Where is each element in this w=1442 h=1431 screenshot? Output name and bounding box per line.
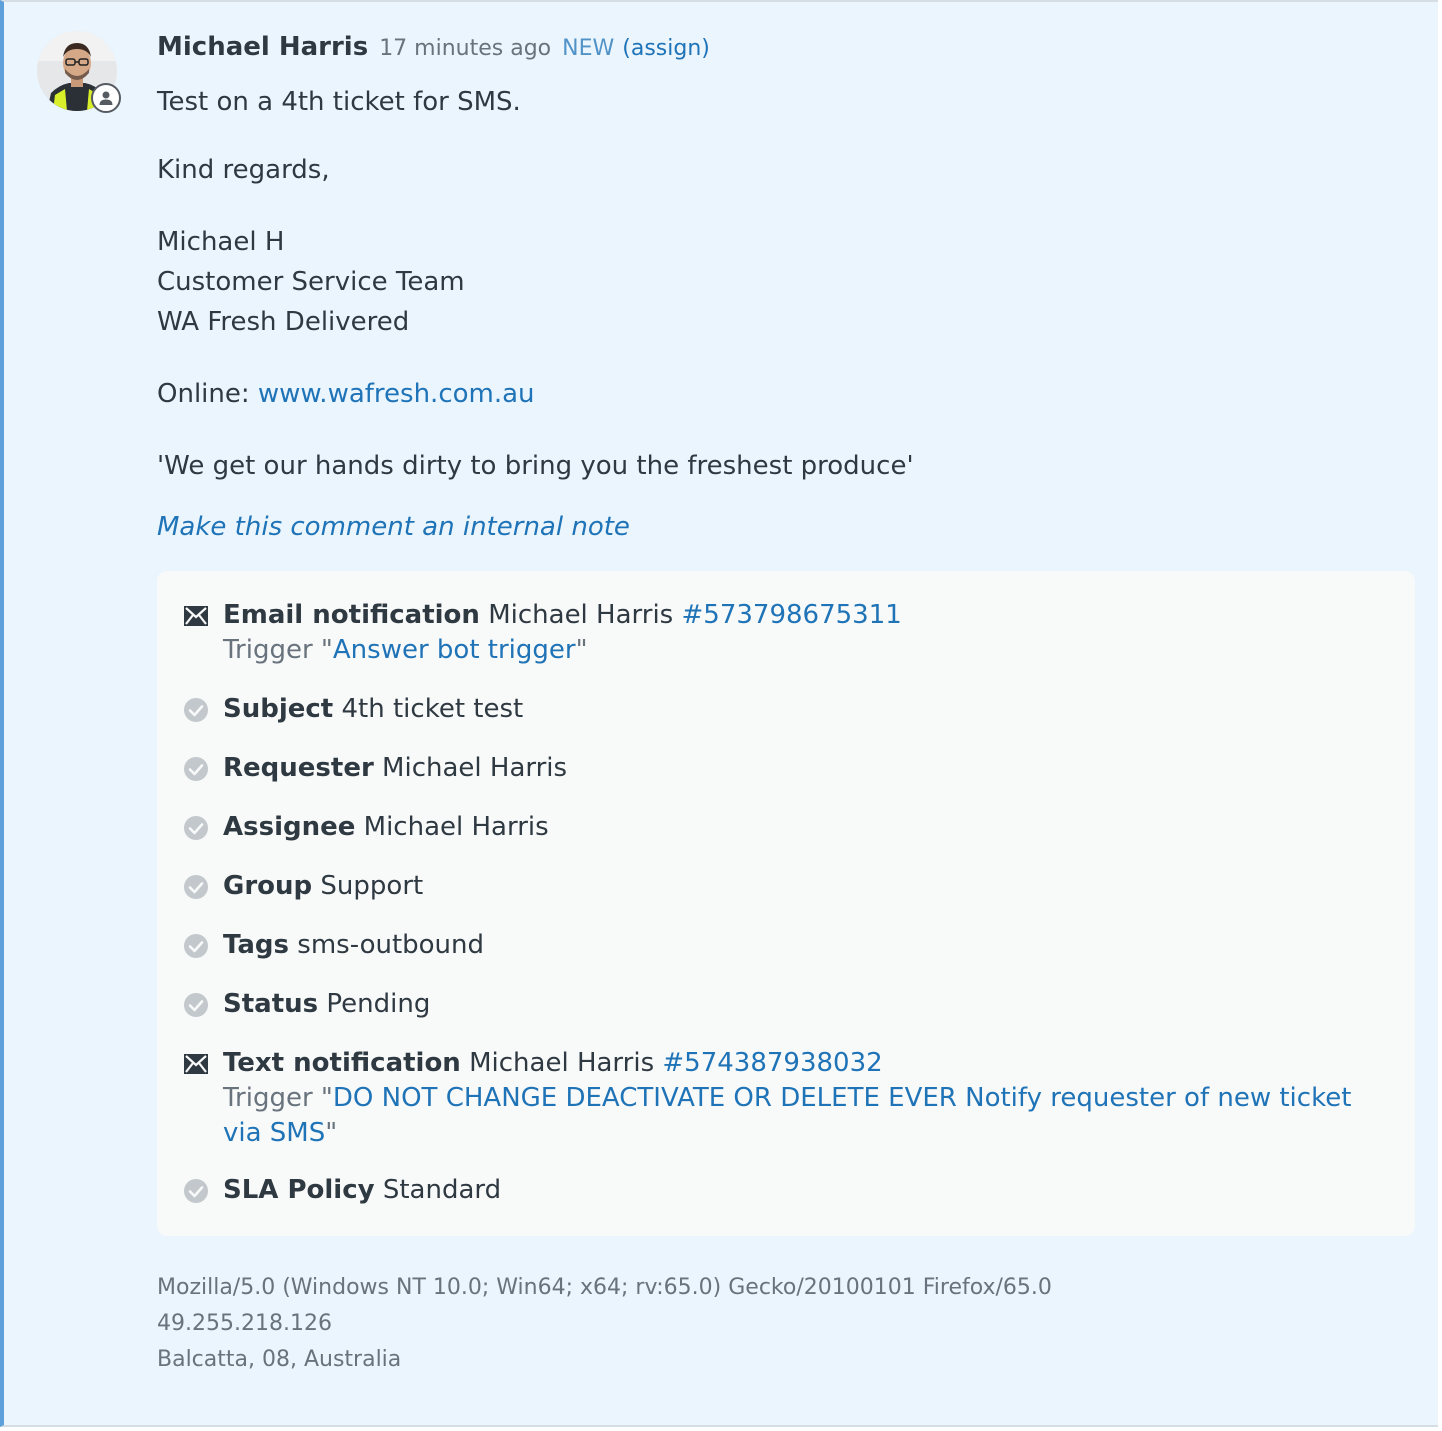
event-tags: Tags sms-outbound (183, 928, 1385, 963)
check-circle-icon (184, 816, 208, 840)
comment-card: Michael Harris 17 minutes ago NEW (assig… (0, 0, 1438, 1427)
event-value: Michael Harris (382, 753, 568, 783)
event-value: Support (320, 871, 424, 901)
comment-header: Michael Harris 17 minutes ago NEW (assig… (157, 32, 1415, 72)
status-badge: NEW (562, 36, 615, 61)
trigger-link[interactable]: DO NOT CHANGE DEACTIVATE OR DELETE EVER … (223, 1083, 1351, 1148)
check-circle-icon (184, 993, 208, 1017)
event-value: Michael Harris (363, 812, 549, 842)
events-panel: Email notification Michael Harris #57379… (157, 571, 1415, 1236)
event-label: Requester (223, 753, 374, 783)
check-circle-icon (184, 757, 208, 781)
event-value: 4th ticket test (341, 694, 524, 724)
comment-metadata: Mozilla/5.0 (Windows NT 10.0; Win64; x64… (157, 1270, 1052, 1378)
trigger-suffix: " (325, 1118, 338, 1148)
author-avatar-wrap[interactable] (37, 31, 121, 115)
location: Balcatta, 08, Australia (157, 1347, 402, 1372)
event-email-trigger: Trigger "Answer bot trigger" (223, 633, 1385, 668)
event-text-notification: Text notification Michael Harris #574387… (183, 1046, 1385, 1151)
trigger-prefix: Trigger " (223, 635, 333, 665)
agent-badge-icon (91, 83, 121, 113)
trigger-prefix: Trigger " (223, 1083, 333, 1113)
tagline: 'We get our hands dirty to bring you the… (157, 451, 914, 481)
event-label: Assignee (223, 812, 356, 842)
text-notification-id-link[interactable]: #574387938032 (662, 1048, 882, 1078)
email-notification-id-link[interactable]: #573798675311 (682, 600, 902, 630)
comment-timestamp: 17 minutes ago (379, 36, 552, 61)
event-subject: Subject 4th ticket test (183, 692, 1385, 727)
event-recipient: Michael Harris (488, 600, 674, 630)
signature-name: Michael H (157, 227, 285, 257)
comment-content: Michael Harris 17 minutes ago NEW (assig… (157, 32, 1415, 1372)
event-email-text: Email notification Michael Harris #57379… (223, 598, 1385, 633)
trigger-link[interactable]: Answer bot trigger (333, 635, 576, 665)
check-circle-icon (184, 698, 208, 722)
event-assignee: Assignee Michael Harris (183, 810, 1385, 845)
event-label: Email notification (223, 600, 480, 630)
event-group: Group Support (183, 869, 1385, 904)
envelope-icon (184, 1054, 208, 1074)
event-value: sms-outbound (297, 930, 485, 960)
online-line: Online: www.wafresh.com.au (157, 374, 535, 414)
event-recipient: Michael Harris (469, 1048, 655, 1078)
event-sla-policy: SLA Policy Standard (183, 1173, 1385, 1208)
event-value: Standard (382, 1175, 502, 1205)
ip-address: 49.255.218.126 (157, 1311, 332, 1336)
online-label: Online: (157, 379, 258, 409)
trigger-suffix: " (575, 635, 588, 665)
check-circle-icon (184, 1179, 208, 1203)
event-requester: Requester Michael Harris (183, 751, 1385, 786)
event-text-text: Text notification Michael Harris #574387… (223, 1046, 1385, 1081)
body-line-2: Kind regards, (157, 155, 330, 185)
check-circle-icon (184, 875, 208, 899)
event-label: SLA Policy (223, 1175, 375, 1205)
author-name[interactable]: Michael Harris (157, 32, 368, 62)
event-text-trigger: Trigger "DO NOT CHANGE DEACTIVATE OR DEL… (223, 1081, 1385, 1151)
website-link[interactable]: www.wafresh.com.au (258, 379, 535, 409)
event-value: Pending (326, 989, 431, 1019)
signature-company: WA Fresh Delivered (157, 307, 410, 337)
event-label: Group (223, 871, 313, 901)
user-agent: Mozilla/5.0 (Windows NT 10.0; Win64; x64… (157, 1275, 1052, 1300)
assign-link[interactable]: (assign) (622, 36, 710, 61)
event-email-notification: Email notification Michael Harris #57379… (183, 598, 1385, 668)
body-line-1: Test on a 4th ticket for SMS. (157, 87, 521, 117)
make-internal-note-link[interactable]: Make this comment an internal note (157, 512, 630, 542)
check-circle-icon (184, 934, 208, 958)
event-label: Subject (223, 694, 334, 724)
event-label: Text notification (223, 1048, 461, 1078)
event-status: Status Pending (183, 987, 1385, 1022)
event-label: Status (223, 989, 319, 1019)
event-label: Tags (223, 930, 290, 960)
envelope-icon (184, 606, 208, 626)
signature-team: Customer Service Team (157, 267, 465, 297)
